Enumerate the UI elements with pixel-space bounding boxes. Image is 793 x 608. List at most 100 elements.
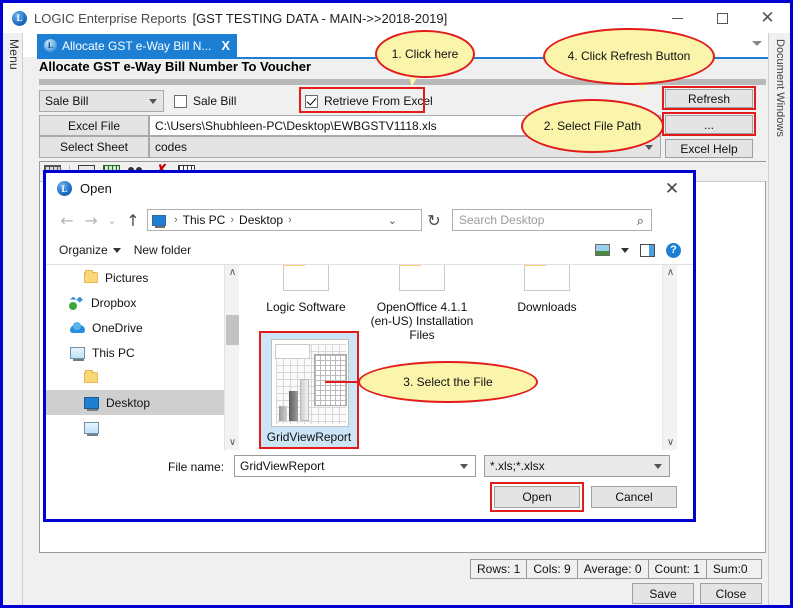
voucher-type-select[interactable]: Sale Bill	[39, 90, 164, 112]
dialog-title-bar: L Open ✕	[46, 173, 693, 204]
chevron-down-icon	[149, 99, 157, 104]
sale-bill-checkbox[interactable]: Sale Bill	[174, 94, 236, 108]
dialog-navigation-bar: ← → ⌄ ↑ › This PC › Desktop › ⌄ ↻ Search…	[46, 204, 693, 236]
excel-file-label: Excel File	[39, 115, 149, 136]
folder-icon	[84, 272, 98, 283]
dialog-close-button[interactable]: ✕	[651, 173, 693, 204]
address-bar[interactable]: › This PC › Desktop › ⌄	[147, 209, 422, 231]
sidebar-item-dropbox[interactable]: Dropbox	[46, 290, 224, 315]
retrieve-from-excel-checkbox[interactable]: Retrieve From Excel	[305, 94, 433, 108]
chevron-down-icon	[654, 464, 662, 469]
list-item[interactable]: Downloads	[495, 265, 599, 314]
tab-logo-icon: L	[44, 39, 57, 52]
scrollbar-thumb[interactable]	[226, 315, 239, 345]
minimize-button[interactable]	[655, 3, 700, 33]
close-window-button[interactable]: ✕	[745, 3, 790, 33]
sidebar-item-this-pc[interactable]: This PC	[46, 340, 224, 365]
folder-icon	[84, 372, 98, 383]
sidebar-item-label: Pictures	[105, 271, 148, 285]
tab-allocate-gst-eway-bill[interactable]: L Allocate GST e-Way Bill N... X	[37, 34, 237, 57]
status-sum: Sum:0	[707, 560, 754, 578]
browse-file-button[interactable]: ...	[665, 115, 753, 134]
new-folder-button[interactable]: New folder	[134, 243, 191, 257]
dialog-footer: File name: GridViewReport *.xls;*.xlsx O…	[46, 450, 693, 519]
scroll-down-icon[interactable]: ∨	[225, 435, 240, 450]
sidebar-item-desktop[interactable]: Desktop	[46, 390, 224, 415]
dialog-command-bar: Organize New folder ?	[46, 236, 693, 265]
sidebar-item-label: OneDrive	[92, 321, 143, 335]
sidebar-item-label: This PC	[92, 346, 135, 360]
sidebar-scrollbar[interactable]: ∧ ∨	[224, 265, 239, 450]
file-list-scrollbar[interactable]: ∧ ∨	[662, 265, 677, 450]
chevron-down-icon[interactable]: ⌄	[388, 214, 397, 227]
excel-help-button[interactable]: Excel Help	[665, 139, 753, 158]
list-item-selected-gridviewreport[interactable]: GridViewReport	[259, 331, 359, 449]
status-count: Count: 1	[649, 560, 707, 578]
refresh-icon[interactable]: ↻	[422, 208, 446, 232]
chevron-down-icon	[113, 248, 121, 253]
main-title-bar: L LOGIC Enterprise Reports [GST TESTING …	[3, 3, 790, 33]
search-placeholder: Search Desktop	[459, 213, 544, 227]
save-button[interactable]: Save	[632, 583, 694, 604]
file-thumbnail-icon	[271, 339, 349, 427]
back-icon[interactable]: ←	[55, 208, 79, 232]
breadcrumb-this-pc[interactable]: This PC	[183, 213, 226, 227]
up-icon[interactable]: ↑	[121, 208, 145, 232]
voucher-type-value: Sale Bill	[45, 94, 88, 108]
tab-close-icon[interactable]: X	[221, 38, 230, 53]
annotation-step-1: 1. Click here	[375, 30, 475, 78]
sidebar-item-partial[interactable]	[46, 415, 224, 440]
maximize-button[interactable]	[700, 3, 745, 33]
organize-menu[interactable]: Organize	[59, 243, 121, 257]
chevron-down-icon[interactable]	[621, 248, 629, 253]
dialog-logo-icon: L	[57, 181, 72, 196]
sidebar-item-pictures[interactable]: Pictures	[46, 265, 224, 290]
breadcrumb-desktop[interactable]: Desktop	[239, 213, 283, 227]
window-title-context: [GST TESTING DATA - MAIN->>2018-2019]	[192, 11, 447, 26]
help-icon[interactable]: ?	[666, 243, 681, 258]
app-logo-icon: L	[12, 11, 27, 26]
close-button[interactable]: Close	[700, 583, 762, 604]
change-view-icon[interactable]	[595, 244, 610, 256]
file-list-pane: Logic Software OpenOffice 4.1.1 (en-US) …	[240, 265, 677, 450]
onedrive-icon	[70, 322, 85, 333]
search-input[interactable]: Search Desktop ⌕	[452, 209, 652, 231]
document-windows-label: Document Windows	[774, 39, 786, 137]
menu-side-strip[interactable]: Menu	[3, 33, 23, 605]
recent-locations-icon[interactable]: ⌄	[103, 208, 121, 232]
file-type-select[interactable]: *.xls;*.xlsx	[484, 455, 670, 477]
annotation-step-3: 3. Select the File	[358, 361, 538, 403]
scroll-up-icon[interactable]: ∧	[225, 265, 240, 280]
organize-label: Organize	[59, 243, 108, 257]
open-file-dialog: L Open ✕ ← → ⌄ ↑ › This PC › Desktop › ⌄…	[43, 170, 696, 522]
open-button[interactable]: Open	[494, 486, 580, 508]
application-window: L LOGIC Enterprise Reports [GST TESTING …	[0, 0, 793, 608]
command-bar-right-group: ?	[595, 243, 693, 258]
new-folder-label: New folder	[134, 243, 191, 257]
menu-strip-label: Menu	[7, 39, 21, 70]
refresh-button[interactable]: Refresh	[665, 89, 753, 108]
sidebar-item-folder[interactable]	[46, 365, 224, 390]
grid-status-bar: Rows: 1 Cols: 9 Average: 0 Count: 1 Sum:…	[470, 559, 762, 579]
preview-pane-icon[interactable]	[640, 244, 655, 257]
sidebar-item-onedrive[interactable]: OneDrive	[46, 315, 224, 340]
dialog-title: Open	[80, 181, 112, 196]
folder-icon	[279, 265, 333, 297]
file-name-input[interactable]: GridViewReport	[234, 455, 476, 477]
scroll-up-icon[interactable]: ∧	[663, 265, 677, 280]
cancel-button[interactable]: Cancel	[591, 486, 677, 508]
list-item[interactable]: OpenOffice 4.1.1 (en-US) Installation Fi…	[370, 265, 474, 342]
forward-icon[interactable]: →	[79, 208, 103, 232]
chevron-down-icon	[645, 145, 653, 150]
annotation-step-4: 4. Click Refresh Button	[543, 28, 715, 85]
status-average: Average: 0	[578, 560, 649, 578]
file-name: Logic Software	[254, 300, 358, 314]
dropbox-icon	[70, 297, 84, 309]
sidebar-item-label: Dropbox	[91, 296, 136, 310]
file-name: OpenOffice 4.1.1 (en-US) Installation Fi…	[370, 300, 474, 342]
chevron-down-icon[interactable]	[752, 41, 762, 46]
list-item[interactable]: Logic Software	[254, 265, 358, 314]
scroll-down-icon[interactable]: ∨	[663, 435, 677, 450]
document-windows-side-strip[interactable]: Document Windows	[768, 33, 790, 605]
select-sheet-value: codes	[155, 140, 187, 154]
